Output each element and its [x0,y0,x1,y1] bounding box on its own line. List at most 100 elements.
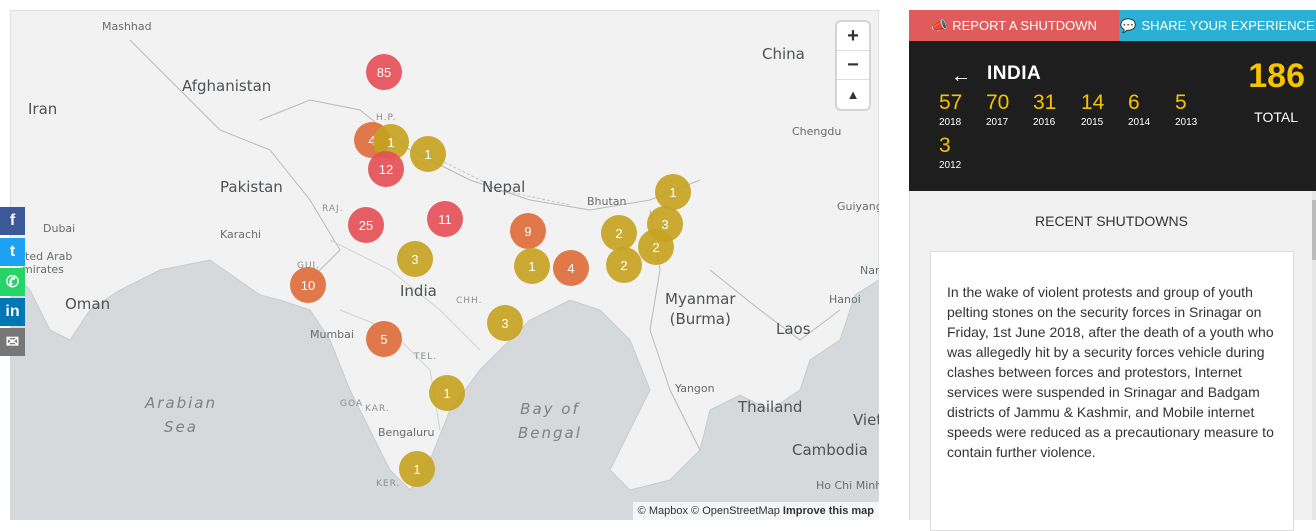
share-experience-button[interactable]: 💬 SHARE YOUR EXPERIENCE [1119,10,1316,41]
shutdown-card: In the wake of violent protests and grou… [930,251,1294,531]
map-country-label: Myanmar (Burma) [665,290,736,328]
map-country-label: Nepal [482,178,526,196]
zoom-out-button[interactable]: − [837,51,869,80]
map-zoom-controls: + − ▲ [837,22,869,109]
map-sea-label: Arabian Sea [145,394,218,436]
year-count: 31 [1033,91,1057,114]
year-stat[interactable]: 6 2014 [1128,91,1150,128]
whatsapp-icon: ✆ [5,274,20,291]
map-cluster-marker[interactable]: 1 [514,248,550,284]
map-cluster-marker[interactable]: 2 [601,215,637,251]
osm-attribution-link[interactable]: © OpenStreetMap [691,505,780,517]
email-icon: ✉ [5,334,20,351]
total-count: 186 [1248,57,1305,95]
map-cluster-marker[interactable]: 25 [348,207,384,243]
map-cluster-marker[interactable]: 2 [606,247,642,283]
year-stat[interactable]: 5 2013 [1175,91,1197,128]
megaphone-icon: 📣 [931,17,948,33]
year-count: 5 [1175,91,1187,114]
year-label: 2018 [939,117,962,128]
year-count: 6 [1128,91,1140,114]
map-city-label: Yangon [675,382,715,395]
year-stat[interactable]: 70 2017 [986,91,1009,128]
map-city-label: Bhutan [587,195,627,208]
year-count: 3 [939,134,951,157]
map-cluster-marker[interactable]: 9 [510,213,546,249]
twitter-share-button[interactable]: t [0,238,25,266]
map-cluster-marker[interactable]: 1 [655,174,691,210]
map-city-label: Mumbai [310,328,354,341]
year-stat[interactable]: 3 2012 [939,134,961,171]
map-cluster-marker[interactable]: 1 [399,451,435,487]
map-country-label: Iran [28,100,58,118]
map-city-label: Dubai [43,222,76,235]
map-country-label: Laos [776,320,811,338]
map-attribution: © Mapbox © OpenStreetMap Improve this ma… [632,502,879,520]
map-country-label: Pakistan [220,178,283,196]
zoom-in-button[interactable]: + [837,22,869,51]
compass-button[interactable]: ▲ [837,80,869,109]
map-cluster-marker[interactable]: 2 [638,229,674,265]
map-country-label: Oman [65,295,111,313]
country-panel: 📣 REPORT A SHUTDOWN 💬 SHARE YOUR EXPERIE… [909,10,1316,191]
year-count: 57 [939,91,963,114]
report-shutdown-label: REPORT A SHUTDOWN [952,18,1097,33]
country-stats: ← INDIA 57 2018 70 2017 31 2016 14 2015 6 2014 5 20… [909,41,1316,191]
map-cluster-marker[interactable]: 85 [366,54,402,90]
facebook-icon: f [9,212,16,229]
map-state-label: KER. [376,479,401,489]
comment-icon: 💬 [1120,17,1137,33]
country-name: INDIA [987,63,1042,84]
year-label: 2012 [939,160,962,171]
improve-map-link[interactable]: Improve this map [783,505,874,517]
shutdown-description: In the wake of violent protests and grou… [947,284,1274,460]
map-city-label: Karachi [220,228,262,241]
map-state-label: CHH. [456,296,483,306]
year-stat[interactable]: 14 2015 [1081,91,1104,128]
map[interactable]: Mashhad Afghanistan Iran Pakistan India … [10,10,879,520]
map-city-label: Ho Chi Minh [816,479,879,492]
map-city-label: Bengaluru [378,426,435,439]
map-cluster-marker[interactable]: 11 [427,201,463,237]
map-state-label: RAJ. [322,204,344,214]
year-stat[interactable]: 31 2016 [1033,91,1056,128]
total-label: TOTAL [1254,109,1298,125]
whatsapp-share-button[interactable]: ✆ [0,268,25,296]
year-label: 2016 [1033,117,1056,128]
map-city-label: Hanoi [829,293,861,306]
map-cluster-marker[interactable]: 5 [366,321,402,357]
year-count: 14 [1081,91,1105,114]
report-shutdown-button[interactable]: 📣 REPORT A SHUTDOWN [909,10,1119,41]
map-country-label: India [400,282,437,300]
map-city-label: ited Arab mirates [22,250,73,276]
map-basemap [10,10,879,520]
map-country-label: Afghanistan [182,77,272,95]
facebook-share-button[interactable]: f [0,207,25,235]
map-cluster-marker[interactable]: 3 [487,305,523,341]
share-experience-label: SHARE YOUR EXPERIENCE [1141,18,1315,33]
map-state-label: GOA [340,399,364,409]
year-count: 70 [986,91,1010,114]
map-cluster-marker[interactable]: 4 [553,250,589,286]
year-stat[interactable]: 57 2018 [939,91,962,128]
year-label: 2015 [1081,117,1104,128]
twitter-icon: t [9,243,16,260]
map-cluster-marker[interactable]: 1 [410,136,446,172]
mapbox-attribution-link[interactable]: © Mapbox [638,505,688,517]
map-sea-label: Bay of Bengal [518,400,582,442]
linkedin-share-button[interactable]: in [0,298,25,326]
map-cluster-marker[interactable]: 10 [290,267,326,303]
map-state-label: KAR. [365,404,390,414]
map-country-label: Cambodia [792,441,868,459]
recent-scrollbar-thumb[interactable] [1312,200,1316,260]
map-cluster-marker[interactable]: 12 [368,151,404,187]
map-cluster-marker[interactable]: 3 [397,241,433,277]
email-share-button[interactable]: ✉ [0,328,25,356]
map-cluster-marker[interactable]: 1 [429,375,465,411]
map-city-label: Nar [860,264,879,277]
map-city-label: Mashhad [102,20,152,33]
map-state-label: H.P. [376,113,397,123]
recent-shutdowns-title: RECENT SHUTDOWNS [1035,213,1188,229]
back-arrow-icon[interactable]: ← [951,65,971,88]
map-city-label: Guiyang [837,200,879,213]
